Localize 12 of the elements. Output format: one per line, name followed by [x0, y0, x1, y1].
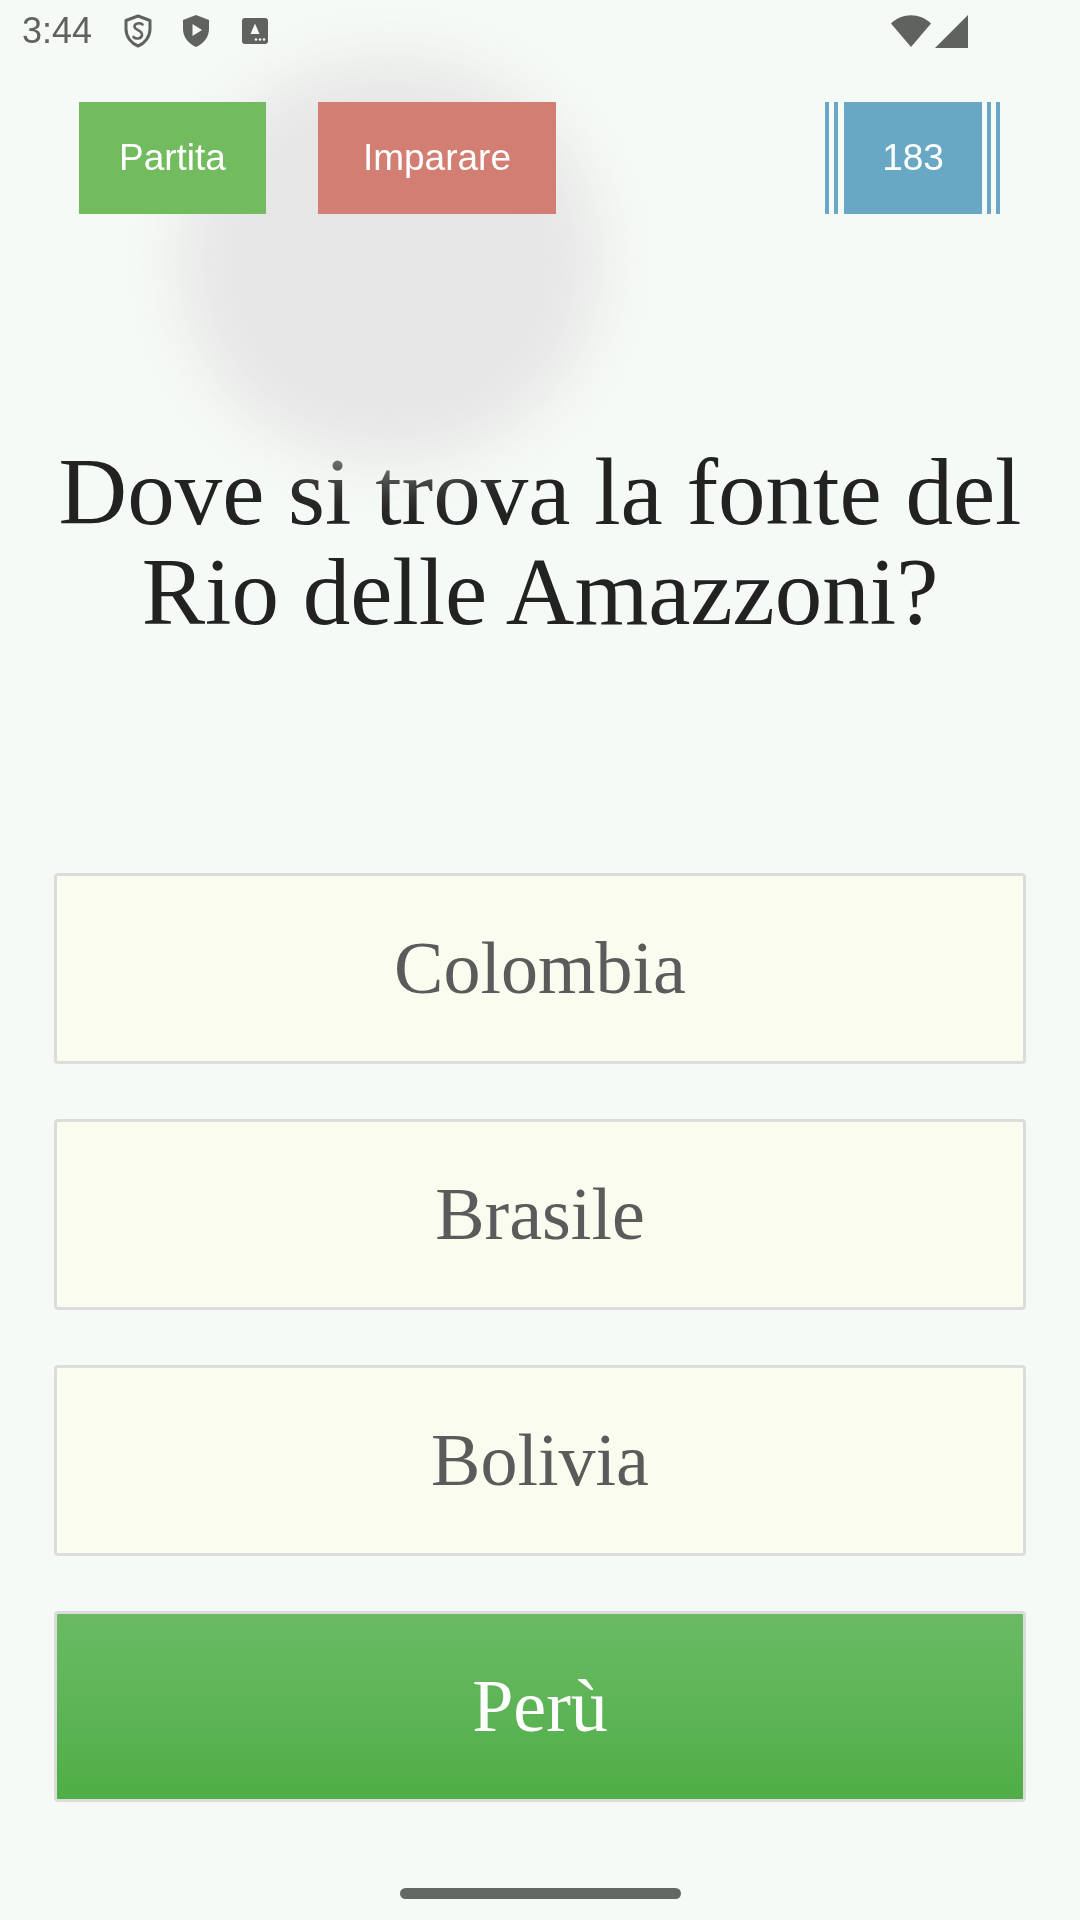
shield-play-icon	[181, 14, 212, 48]
answer-button[interactable]: Brasile	[54, 1119, 1026, 1310]
tile-icon	[242, 18, 269, 44]
answer-button[interactable]: Bolivia	[54, 1365, 1026, 1556]
score-counter: 183	[825, 102, 1000, 214]
shield-icon	[123, 14, 154, 48]
wifi-icon	[891, 15, 931, 47]
status-time: 3:44	[22, 13, 93, 49]
question-text: Dove si trova la fonte del Rio delle Amazzoni?	[57, 442, 1023, 642]
home-indicator[interactable]	[399, 1888, 681, 1899]
cell-signal-icon	[935, 14, 968, 48]
answer-button[interactable]: Colombia	[54, 873, 1026, 1064]
